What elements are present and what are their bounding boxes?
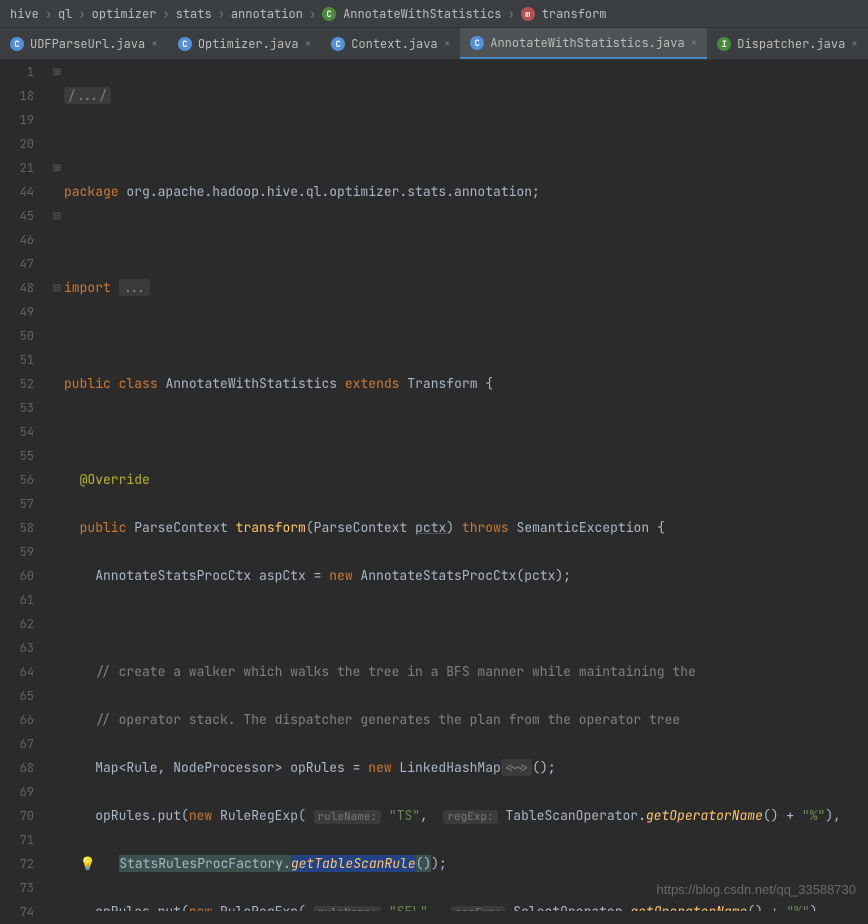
fold-toggle-icon[interactable]: ⊞ — [50, 156, 64, 180]
bc-item[interactable]: annotation — [231, 6, 303, 22]
class-icon: C — [322, 7, 336, 21]
chevron-right-icon: › — [218, 6, 225, 22]
class-icon: C — [331, 37, 345, 51]
fold-toggle-icon[interactable]: ⊟ — [50, 276, 64, 300]
class-icon: C — [178, 37, 192, 51]
tab-label: Optimizer.java — [198, 36, 299, 52]
chevron-right-icon: › — [309, 6, 316, 22]
tab-label: Dispatcher.java — [737, 36, 845, 52]
bc-item[interactable]: stats — [176, 6, 212, 22]
tab-label: AnnotateWithStatistics.java — [490, 35, 684, 51]
tab-annotatewithstatistics[interactable]: C AnnotateWithStatistics.java × — [460, 28, 707, 59]
close-icon[interactable]: × — [444, 37, 451, 51]
watermark-text: https://blog.csdn.net/qq_33588730 — [657, 882, 857, 897]
intention-bulb-icon[interactable]: 💡 — [80, 855, 96, 872]
chevron-right-icon: › — [162, 6, 169, 22]
close-icon[interactable]: × — [305, 37, 312, 51]
tab-optimizer[interactable]: C Optimizer.java × — [168, 28, 321, 59]
close-icon[interactable]: × — [151, 37, 158, 51]
folded-imports[interactable]: ... — [119, 279, 150, 296]
code-editor[interactable]: 1 18 19 20 21 44 45 46 47 48 49 50 51 52… — [0, 60, 868, 911]
editor-tabs: C UDFParseUrl.java × C Optimizer.java × … — [0, 28, 868, 60]
close-icon[interactable]: × — [851, 37, 858, 51]
interface-icon: I — [717, 37, 731, 51]
code-area[interactable]: /.../ package org.apache.hadoop.hive.ql.… — [64, 60, 868, 911]
tab-dispatcher[interactable]: I Dispatcher.java × — [707, 28, 868, 59]
close-icon[interactable]: × — [691, 36, 698, 50]
bc-item[interactable]: ql — [58, 6, 72, 22]
bc-item[interactable]: transform — [542, 6, 607, 22]
breadcrumb[interactable]: hive › ql › optimizer › stats › annotati… — [0, 0, 868, 28]
line-number-gutter: 1 18 19 20 21 44 45 46 47 48 49 50 51 52… — [0, 60, 50, 911]
bc-item[interactable]: AnnotateWithStatistics — [343, 6, 501, 22]
fold-toggle-icon[interactable]: ⊟ — [50, 204, 64, 228]
tab-label: Context.java — [351, 36, 437, 52]
chevron-right-icon: › — [507, 6, 514, 22]
tab-label: UDFParseUrl.java — [30, 36, 145, 52]
chevron-right-icon: › — [45, 6, 52, 22]
fold-toggle-icon[interactable]: ⊞ — [50, 60, 64, 84]
bc-item[interactable]: optimizer — [92, 6, 157, 22]
fold-gutter: ⊞ ⊞ ⊟ ⊟ — [50, 60, 64, 911]
tab-context[interactable]: C Context.java × — [321, 28, 460, 59]
chevron-right-icon: › — [78, 6, 85, 22]
method-icon: m — [521, 7, 535, 21]
tab-udfparseurl[interactable]: C UDFParseUrl.java × — [0, 28, 168, 59]
bc-item[interactable]: hive — [10, 6, 39, 22]
class-icon: C — [10, 37, 24, 51]
class-icon: C — [470, 36, 484, 50]
folded-block[interactable]: /.../ — [64, 87, 111, 104]
